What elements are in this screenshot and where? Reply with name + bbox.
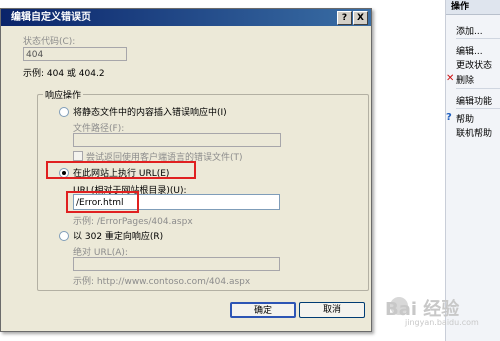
edit-custom-error-dialog: 编辑自定义错误页 ? X 状态代码(C): 404 示例: 404 或 404.… [0,8,372,332]
action-add[interactable]: 添加... [456,24,483,37]
status-code-field[interactable]: 404 [23,47,127,61]
action-edit[interactable]: 编辑... [456,44,483,57]
status-code-label: 状态代码(C): [23,37,76,47]
delete-icon: ✕ [446,73,455,84]
help-button[interactable]: ? [337,11,352,25]
action-change-state[interactable]: 更改状态 [456,58,492,71]
try-language-checkbox[interactable] [73,151,83,161]
radio-redirect[interactable] [59,231,69,241]
status-code-example: 示例: 404 或 404.2 [23,69,105,79]
action-separator [456,108,500,109]
watermark-url: jingyan.baidu.com [405,318,479,327]
file-path-field[interactable] [73,133,281,147]
action-edit-feature[interactable]: 编辑功能 [456,94,492,107]
action-separator [456,88,500,89]
actions-header: 操作 [446,0,500,15]
action-help-label: 帮助 [456,115,475,125]
dialog-titlebar: 编辑自定义错误页 [1,9,371,26]
url-example: 示例: /ErrorPages/404.aspx [73,217,193,227]
close-button[interactable]: X [353,11,368,25]
help-icon: ? [446,112,452,123]
dialog-title: 编辑自定义错误页 [11,12,91,23]
radio-redirect-label: 以 302 重定向响应(R) [73,232,164,242]
radio-static-file[interactable] [59,107,69,117]
absolute-url-field[interactable] [73,257,280,271]
response-action-group-title: 响应操作 [43,88,84,101]
highlight-execute-url [46,161,196,179]
radio-static-file-label: 将静态文件中的内容插入错误响应中(I) [73,108,227,118]
action-separator [456,38,500,39]
actions-pane: 操作 添加... 编辑... 更改状态 ✕ 删除 编辑功能 ? 帮助 联机帮助 [445,0,500,341]
action-delete-label: 删除 [456,76,475,86]
action-help[interactable]: ? 帮助 [446,112,475,125]
highlight-url-field [66,191,139,213]
absolute-url-example: 示例: http://www.contoso.com/404.aspx [73,277,251,287]
ok-button[interactable]: 确定 [230,302,296,318]
action-delete[interactable]: ✕ 删除 [446,73,475,86]
cancel-button[interactable]: 取消 [299,302,365,318]
action-online-help[interactable]: 联机帮助 [456,126,492,139]
